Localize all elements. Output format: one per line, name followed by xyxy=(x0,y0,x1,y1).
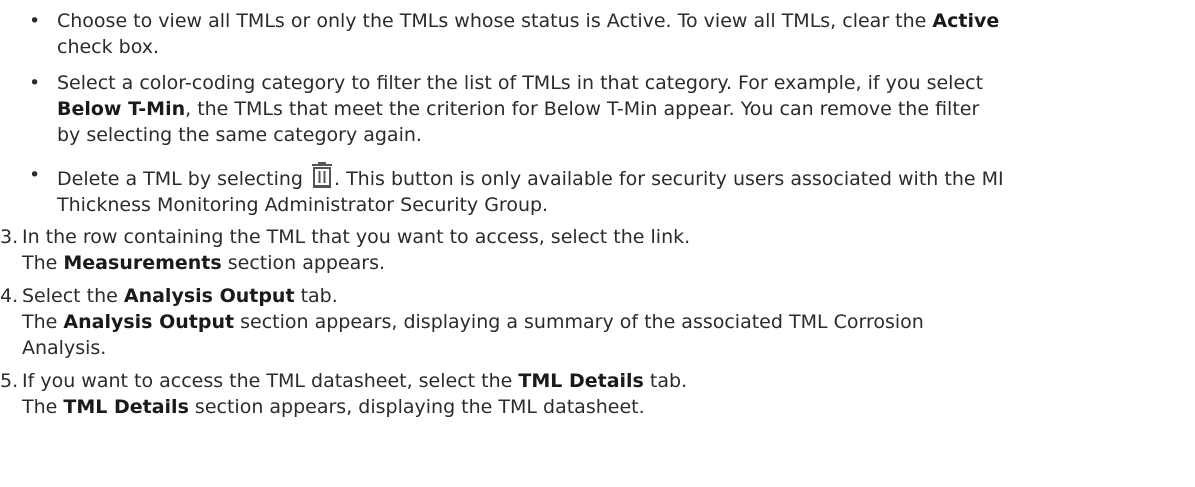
step-text: section appears, displaying the TML data… xyxy=(188,396,645,418)
bold-term: Below T-Min xyxy=(57,98,186,120)
step-instruction: Select the Analysis Output tab. xyxy=(22,283,1195,309)
bold-term: TML Details xyxy=(518,370,644,392)
bullet-delete-tml: • Delete a TML by selecting . This butto… xyxy=(0,162,1195,218)
step-number: 5. xyxy=(0,370,19,392)
bullet-text: check box. xyxy=(57,36,160,58)
step-4: 4. Select the Analysis Output tab. The A… xyxy=(0,283,1195,361)
bullet-line: Below T-Min, the TMLs that meet the crit… xyxy=(57,96,1191,122)
bullet-color-category: • Select a color-coding category to filt… xyxy=(0,70,1195,148)
step-text: If you want to access the TML datasheet,… xyxy=(22,370,519,392)
bold-term: Active xyxy=(932,10,1000,32)
bold-term: TML Details xyxy=(63,396,189,418)
step-text: Select the xyxy=(22,285,124,307)
bullet-text: by selecting the same category again. xyxy=(57,124,422,146)
step-number: 3. xyxy=(0,226,19,248)
step-5: 5. If you want to access the TML datashe… xyxy=(0,368,1195,420)
step-instruction: If you want to access the TML datasheet,… xyxy=(22,368,1195,394)
step-text: tab. xyxy=(294,285,338,307)
step-text: tab. xyxy=(643,370,688,392)
step-text: In the row containing the TML that you w… xyxy=(22,226,691,248)
trash-icon xyxy=(311,162,333,189)
bold-term: Analysis Output xyxy=(63,311,235,333)
step-result: The Measurements section appears. xyxy=(22,250,1195,276)
step-text: section appears, displaying a summary of… xyxy=(234,311,924,333)
bullet-text: Select a color-coding category to filter… xyxy=(57,72,984,94)
bullet-text: Choose to view all TMLs or only the TMLs… xyxy=(57,10,933,32)
step-text: The xyxy=(22,396,64,418)
step-text: The xyxy=(22,252,64,274)
bullet-text: Thickness Monitoring Administrator Secur… xyxy=(57,194,549,216)
bold-term: Measurements xyxy=(63,252,222,274)
step-result: The TML Details section appears, display… xyxy=(22,394,1195,420)
bullet-text: , the TMLs that meet the criterion for B… xyxy=(185,98,980,120)
bullet-text: . This button is only available for secu… xyxy=(334,168,1004,190)
bullet-text: Delete a TML by selecting xyxy=(57,168,309,190)
step-text: Analysis. xyxy=(22,337,107,359)
step-text: The xyxy=(22,311,64,333)
bullet-line: Delete a TML by selecting . This button … xyxy=(57,162,1191,192)
bullet-marker: • xyxy=(29,72,41,94)
step-text: section appears. xyxy=(221,252,386,274)
bullet-marker: • xyxy=(29,164,41,186)
bullet-marker: • xyxy=(29,10,41,32)
document-body: • Choose to view all TMLs or only the TM… xyxy=(0,0,1195,427)
bullet-line: Choose to view all TMLs or only the TMLs… xyxy=(57,8,1191,34)
step-result: The Analysis Output section appears, dis… xyxy=(22,309,1195,335)
bold-term: Analysis Output xyxy=(123,285,295,307)
step-number: 4. xyxy=(0,285,19,307)
bullet-view-active: • Choose to view all TMLs or only the TM… xyxy=(0,8,1195,60)
step-3: 3. In the row containing the TML that yo… xyxy=(0,224,1195,276)
